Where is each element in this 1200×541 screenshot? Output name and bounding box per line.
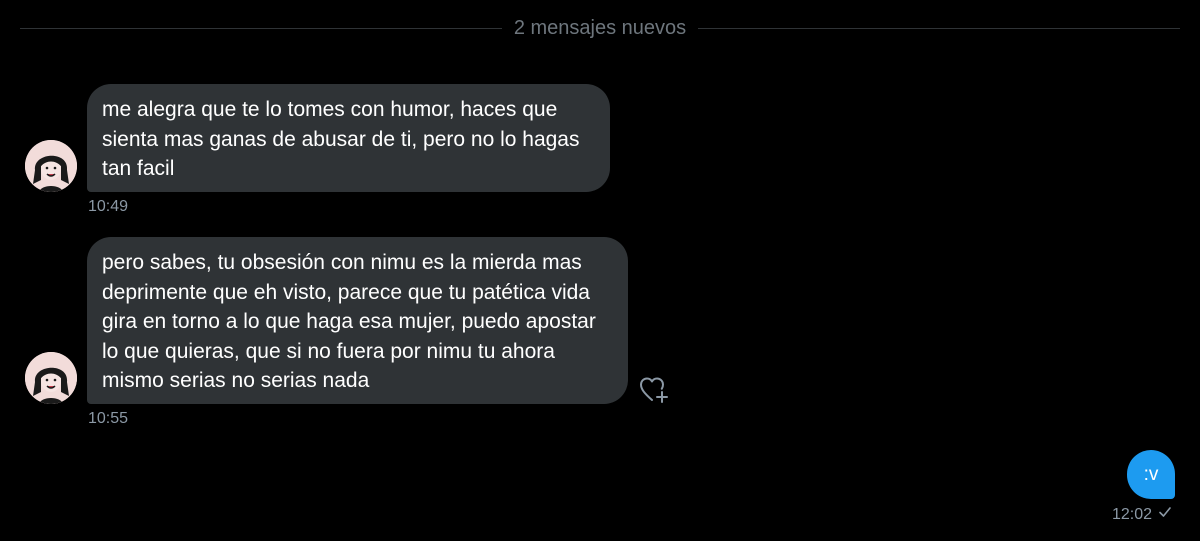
- message-timestamp: 10:55: [88, 410, 129, 427]
- message-text: pero sabes, tu obsesión con nimu es la m…: [102, 251, 596, 392]
- divider-line-left: [20, 27, 502, 29]
- message-text: me alegra que te lo tomes con humor, hac…: [102, 98, 580, 180]
- received-message-bubble[interactable]: pero sabes, tu obsesión con nimu es la m…: [87, 237, 628, 404]
- new-messages-divider: 2 mensajes nuevos: [20, 16, 1181, 39]
- received-message-bubble[interactable]: me alegra que te lo tomes con humor, hac…: [87, 84, 610, 192]
- check-icon: [1158, 505, 1172, 524]
- divider-label: 2 mensajes nuevos: [513, 16, 687, 39]
- sent-message-bubble[interactable]: :v: [1127, 450, 1175, 499]
- divider-line-right: [698, 27, 1181, 29]
- avatar[interactable]: [25, 140, 77, 192]
- avatar[interactable]: [25, 352, 77, 404]
- heart-plus-icon[interactable]: [638, 374, 670, 406]
- sent-message-timestamp: 12:02: [1112, 505, 1153, 523]
- sent-message-meta: 12:02: [1112, 505, 1172, 524]
- message-timestamp: 10:49: [88, 198, 129, 215]
- sent-message-text: :v: [1143, 463, 1159, 485]
